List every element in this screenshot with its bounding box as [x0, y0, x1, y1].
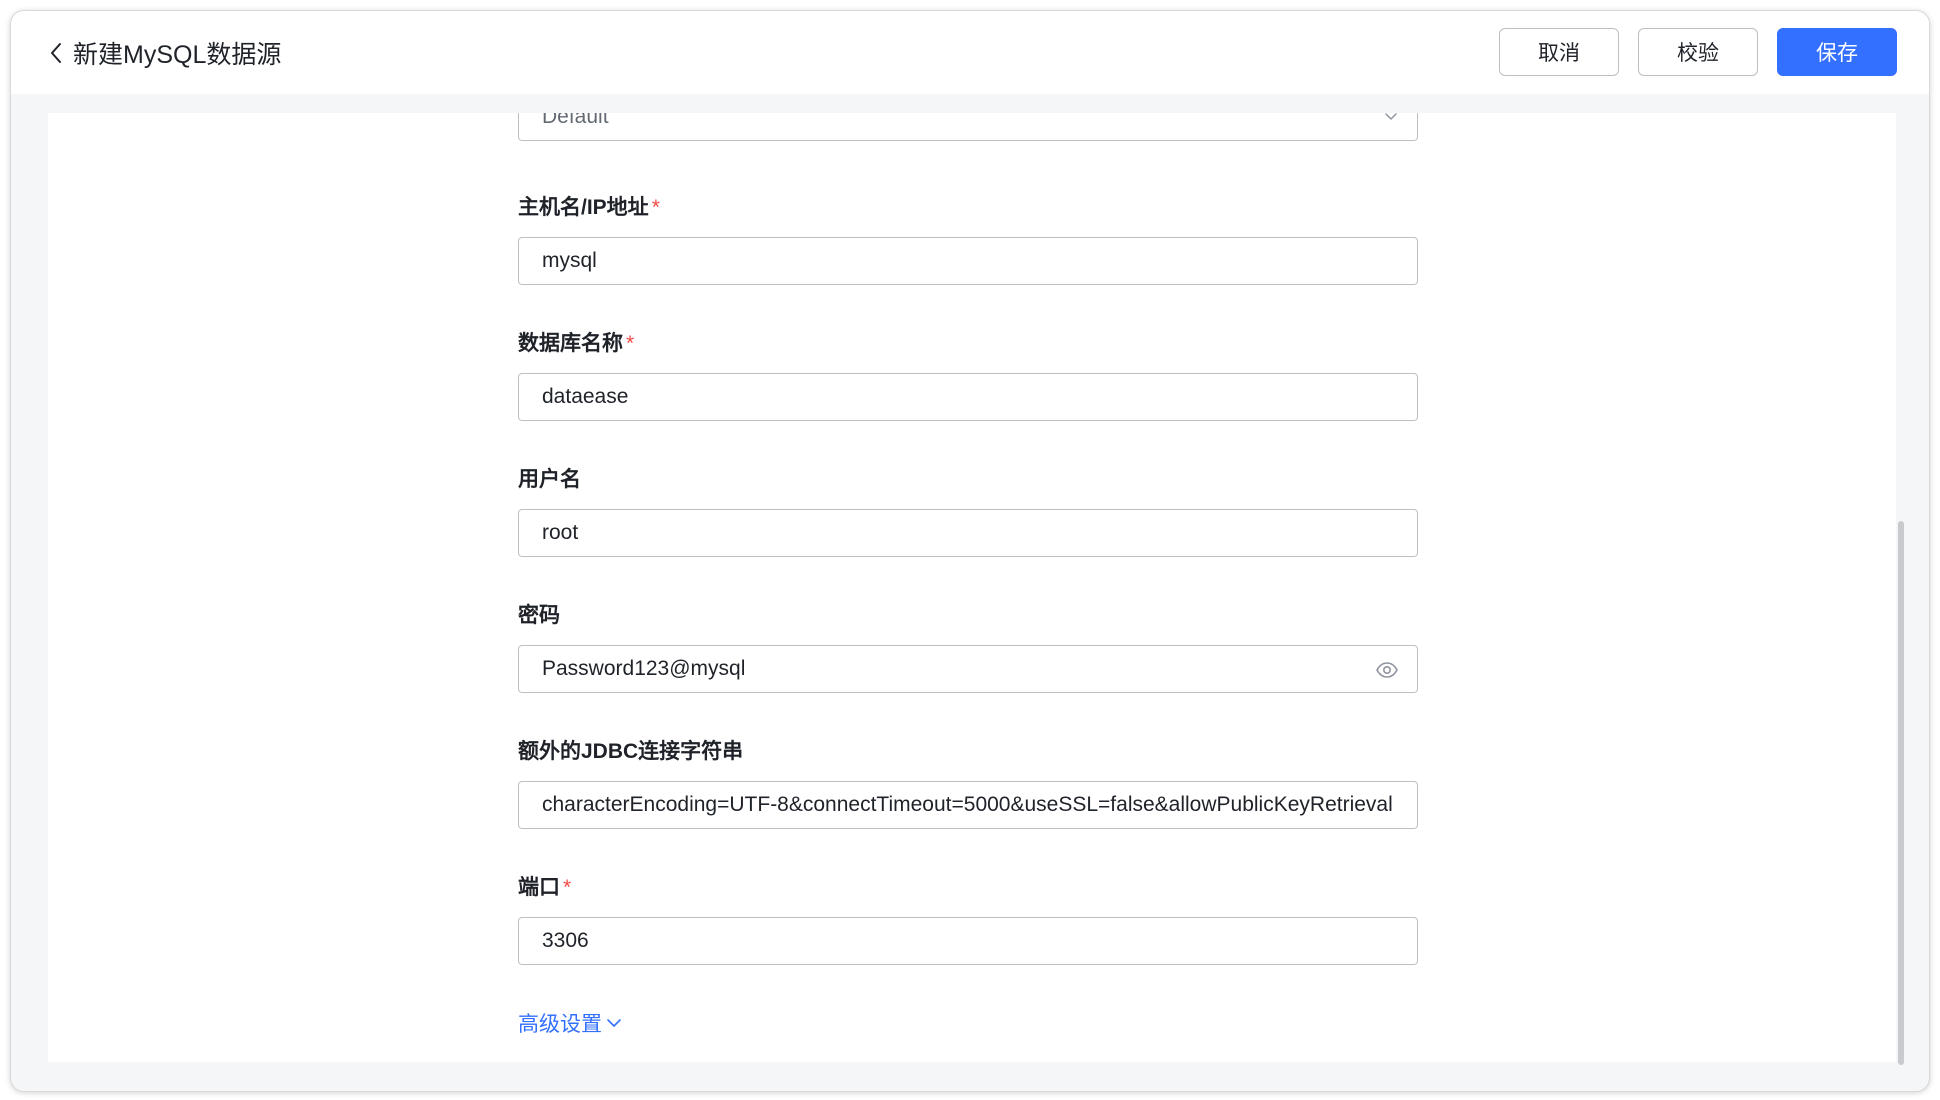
host-input[interactable]: mysql	[518, 237, 1418, 285]
host-value: mysql	[542, 249, 597, 272]
port-value: 3306	[542, 929, 589, 952]
database-name-input[interactable]: dataease	[518, 373, 1418, 421]
jdbc-extra-value: characterEncoding=UTF-8&connectTimeout=5…	[542, 793, 1393, 816]
jdbc-extra-label: 额外的JDBC连接字符串	[518, 740, 744, 763]
username-input[interactable]: root	[518, 509, 1418, 557]
database-name-label: 数据库名称 *	[518, 332, 635, 355]
chevron-left-icon	[51, 43, 61, 63]
cancel-button[interactable]: 取消	[1499, 28, 1619, 76]
required-mark: *	[563, 876, 572, 899]
required-mark: *	[651, 196, 660, 219]
type-select[interactable]: Default	[518, 113, 1418, 141]
required-mark: *	[626, 332, 635, 355]
host-label: 主机名/IP地址 *	[518, 196, 660, 219]
database-name-value: dataease	[542, 385, 629, 408]
chevron-down-icon	[1385, 113, 1397, 120]
back-button[interactable]: 新建MySQL数据源	[49, 33, 281, 73]
vertical-scrollbar[interactable]	[1898, 521, 1904, 1065]
password-input[interactable]: Password123@mysql	[518, 645, 1418, 693]
username-value: root	[542, 521, 579, 544]
advanced-settings-toggle[interactable]: 高级设置	[518, 1008, 622, 1038]
page-title: 新建MySQL数据源	[73, 41, 282, 69]
eye-icon[interactable]	[1375, 658, 1399, 682]
jdbc-extra-input[interactable]: characterEncoding=UTF-8&connectTimeout=5…	[518, 781, 1418, 829]
dialog-window: 新建MySQL数据源 取消 校验 保存 Default 主机名/IP地址 * my…	[10, 10, 1930, 1092]
port-label: 端口 *	[518, 876, 572, 899]
password-label: 密码	[518, 604, 560, 627]
save-button[interactable]: 保存	[1777, 28, 1897, 76]
select-value: Default	[542, 113, 609, 128]
form-panel: Default 主机名/IP地址 * mysql 数据库名称 * dataease …	[48, 113, 1896, 1062]
username-label: 用户名	[518, 468, 581, 491]
port-input[interactable]: 3306	[518, 917, 1418, 965]
page-header: 新建MySQL数据源 取消 校验 保存	[11, 11, 1929, 94]
password-value: Password123@mysql	[542, 657, 746, 680]
chevron-down-icon	[607, 1019, 621, 1027]
validate-button[interactable]: 校验	[1638, 28, 1758, 76]
advanced-settings-label: 高级设置	[518, 1013, 602, 1036]
